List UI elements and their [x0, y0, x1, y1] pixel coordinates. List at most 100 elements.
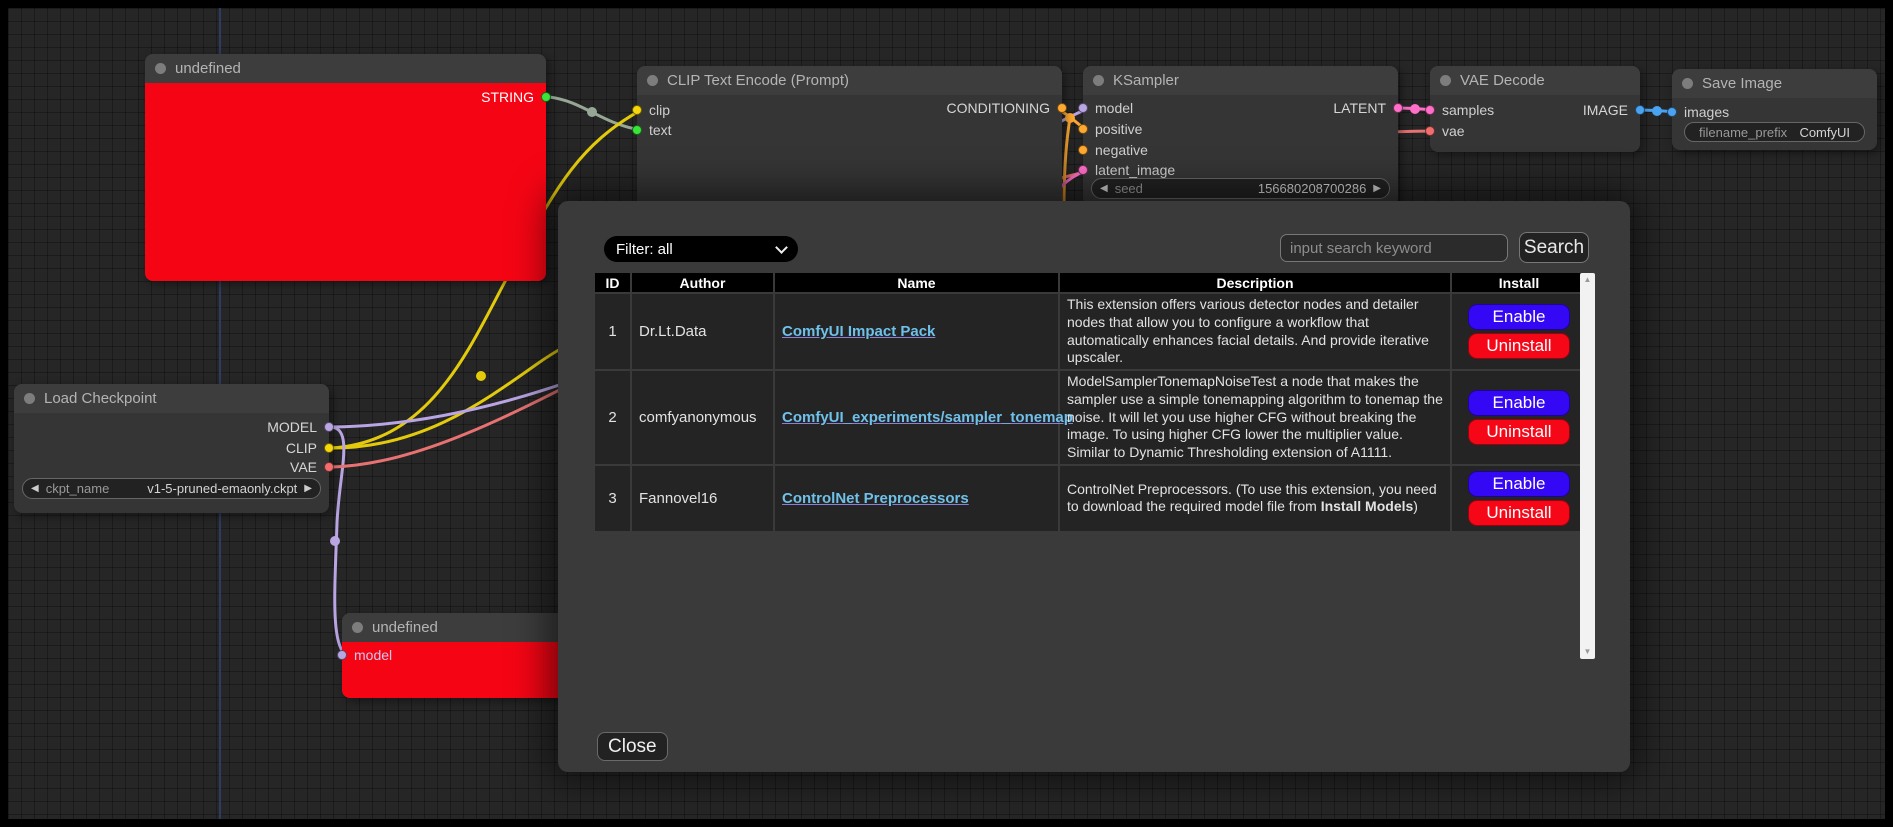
chevron-down-icon — [775, 241, 788, 254]
node-title-bar[interactable]: VAE Decode — [1430, 66, 1640, 95]
slot-dot[interactable] — [1425, 105, 1435, 115]
node-collapse-dot[interactable] — [1440, 75, 1451, 86]
header-description: Description — [1060, 273, 1450, 292]
enable-button[interactable]: Enable — [1468, 304, 1570, 330]
slot-dot[interactable] — [1078, 165, 1088, 175]
table-row: 3 Fannovel16 ControlNet Preprocessors Co… — [595, 466, 1586, 531]
output-slot-vae[interactable]: VAE — [290, 457, 334, 477]
close-button[interactable]: Close — [597, 732, 668, 761]
input-slot-model[interactable]: model — [1078, 98, 1133, 118]
node-save-image[interactable]: Save Image images filename_prefix ComfyU… — [1672, 69, 1877, 150]
decrement-arrow-icon[interactable]: ◀ — [1100, 178, 1108, 199]
node-title-bar[interactable]: undefined — [145, 54, 546, 83]
input-slot-images[interactable]: images — [1667, 102, 1729, 122]
search-button[interactable]: Search — [1519, 232, 1589, 263]
slot-dot[interactable] — [1078, 124, 1088, 134]
widget-value: v1-5-pruned-emaonly.ckpt — [147, 481, 297, 496]
node-undefined-top[interactable]: undefined STRING — [145, 54, 546, 281]
extension-manager-dialog: Filter: all Search ID Author Name Descri… — [558, 201, 1630, 772]
node-title-bar[interactable]: Save Image — [1672, 69, 1877, 98]
input-slot-model[interactable]: model — [337, 645, 392, 665]
node-vae-decode[interactable]: VAE Decode samples vae IMAGE — [1430, 66, 1640, 152]
node-title: VAE Decode — [1460, 72, 1545, 89]
slot-dot[interactable] — [324, 422, 334, 432]
node-title: CLIP Text Encode (Prompt) — [667, 72, 849, 89]
node-collapse-dot[interactable] — [1682, 78, 1693, 89]
input-slot-positive[interactable]: positive — [1078, 119, 1142, 139]
node-ksampler[interactable]: KSampler model positive negative latent_… — [1083, 66, 1398, 206]
filter-dropdown[interactable]: Filter: all — [604, 236, 798, 262]
node-title-bar[interactable]: Load Checkpoint — [14, 384, 329, 413]
cell-author: comfyanonymous — [632, 371, 773, 464]
node-collapse-dot[interactable] — [352, 622, 363, 633]
node-title-bar[interactable]: KSampler — [1083, 66, 1398, 95]
cell-description: ControlNet Preprocessors. (To use this e… — [1060, 466, 1450, 531]
cell-id: 3 — [595, 466, 630, 531]
scroll-up-icon[interactable]: ▲ — [1580, 273, 1595, 287]
slot-dot[interactable] — [1078, 145, 1088, 155]
table-scrollbar[interactable]: ▲ ▼ — [1580, 273, 1595, 659]
widget-value: 156680208700286 — [1258, 181, 1366, 196]
output-slot-clip[interactable]: CLIP — [286, 438, 334, 458]
input-slot-text[interactable]: text — [632, 120, 672, 140]
slot-dot[interactable] — [1078, 103, 1088, 113]
slot-dot[interactable] — [1393, 103, 1403, 113]
output-slot-conditioning[interactable]: CONDITIONING — [947, 98, 1067, 118]
cell-author: Fannovel16 — [632, 466, 773, 531]
extension-link[interactable]: ControlNet Preprocessors — [782, 490, 969, 507]
slot-dot[interactable] — [324, 443, 334, 453]
uninstall-button[interactable]: Uninstall — [1468, 500, 1570, 526]
slot-dot[interactable] — [1635, 105, 1645, 115]
cell-id: 2 — [595, 371, 630, 464]
node-collapse-dot[interactable] — [1093, 75, 1104, 86]
output-slot-model[interactable]: MODEL — [267, 417, 334, 437]
node-undefined-bottom[interactable]: undefined model — [342, 613, 572, 698]
node-title: Save Image — [1702, 75, 1782, 92]
decrement-arrow-icon[interactable]: ◀ — [31, 478, 39, 499]
uninstall-button[interactable]: Uninstall — [1468, 333, 1570, 359]
output-slot-string[interactable]: STRING — [481, 87, 551, 107]
node-title-bar[interactable]: undefined — [342, 613, 572, 642]
header-name: Name — [775, 273, 1058, 292]
cell-author: Dr.Lt.Data — [632, 294, 773, 369]
cell-description: ModelSamplerTonemapNoiseTest a node that… — [1060, 371, 1450, 464]
slot-dot[interactable] — [337, 650, 347, 660]
node-collapse-dot[interactable] — [155, 63, 166, 74]
node-title-bar[interactable]: CLIP Text Encode (Prompt) — [637, 66, 1062, 95]
header-id: ID — [595, 273, 630, 292]
seed-widget[interactable]: ◀ seed 156680208700286 ▶ — [1091, 178, 1390, 199]
input-slot-negative[interactable]: negative — [1078, 140, 1148, 160]
enable-button[interactable]: Enable — [1468, 471, 1570, 497]
output-slot-image[interactable]: IMAGE — [1583, 100, 1645, 120]
input-slot-vae[interactable]: vae — [1425, 121, 1465, 141]
cell-description: This extension offers various detector n… — [1060, 294, 1450, 369]
slot-dot[interactable] — [632, 105, 642, 115]
slot-dot[interactable] — [632, 125, 642, 135]
uninstall-button[interactable]: Uninstall — [1468, 419, 1570, 445]
header-author: Author — [632, 273, 773, 292]
search-input[interactable] — [1280, 234, 1508, 262]
filename-prefix-widget[interactable]: filename_prefix ComfyUI — [1684, 122, 1865, 142]
node-collapse-dot[interactable] — [647, 75, 658, 86]
slot-dot[interactable] — [541, 92, 551, 102]
ckpt-name-widget[interactable]: ◀ ckpt_name v1-5-pruned-emaonly.ckpt ▶ — [22, 478, 321, 499]
slot-dot[interactable] — [1057, 103, 1067, 113]
node-load-checkpoint[interactable]: Load Checkpoint MODEL CLIP VAE ◀ ckpt_na… — [14, 384, 329, 513]
output-slot-latent[interactable]: LATENT — [1333, 98, 1403, 118]
slot-dot[interactable] — [1667, 107, 1677, 117]
slot-dot[interactable] — [1425, 126, 1435, 136]
input-slot-clip[interactable]: clip — [632, 100, 670, 120]
enable-button[interactable]: Enable — [1468, 390, 1570, 416]
cell-id: 1 — [595, 294, 630, 369]
table-row: 2 comfyanonymous ComfyUI_experiments/sam… — [595, 371, 1586, 464]
scroll-down-icon[interactable]: ▼ — [1580, 645, 1595, 659]
input-slot-latent-image[interactable]: latent_image — [1078, 160, 1175, 180]
header-install: Install — [1452, 273, 1586, 292]
increment-arrow-icon[interactable]: ▶ — [304, 478, 312, 499]
input-slot-samples[interactable]: samples — [1425, 100, 1494, 120]
increment-arrow-icon[interactable]: ▶ — [1373, 178, 1381, 199]
extension-link[interactable]: ComfyUI_experiments/sampler_tonemap — [782, 409, 1073, 426]
extension-link[interactable]: ComfyUI Impact Pack — [782, 323, 935, 340]
slot-dot[interactable] — [324, 462, 334, 472]
node-collapse-dot[interactable] — [24, 393, 35, 404]
